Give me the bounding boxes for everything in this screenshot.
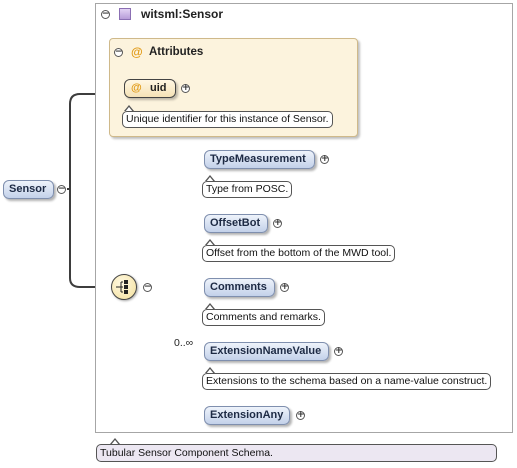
sequence-collapse-icon[interactable]: − [143,283,152,292]
root-element-label: Sensor [9,183,47,195]
element-extensionany[interactable]: ExtensionAny [204,406,290,425]
element-label: TypeMeasurement [210,153,306,165]
element-comments[interactable]: Comments [204,278,275,297]
element-offsetbot-documentation: Offset from the bottom of the MWD tool. [202,245,396,262]
element-label: ExtensionAny [210,409,284,421]
element-comments-expand-icon[interactable]: + [280,283,289,292]
root-element-sensor[interactable]: Sensor [3,180,54,199]
element-label: Comments [210,281,267,293]
attribute-uid[interactable]: @ uid [124,79,176,98]
element-extensionnamevalue-expand-icon[interactable]: + [334,347,343,356]
attributes-collapse-icon[interactable]: − [114,48,123,57]
element-typemeasurement-expand-icon[interactable]: + [320,155,329,164]
sequence-compositor-icon[interactable] [111,274,137,300]
attribute-uid-documentation: Unique identifier for this instance of S… [122,111,333,128]
element-extensionany-expand-icon[interactable]: + [296,411,305,420]
element-extensionnamevalue[interactable]: ExtensionNameValue [204,342,329,361]
at-sign-icon: @ [131,82,142,94]
element-label: OffsetBot [210,217,261,229]
attribute-uid-label: uid [150,82,167,94]
element-typemeasurement[interactable]: TypeMeasurement [204,150,315,169]
element-label: ExtensionNameValue [210,345,322,357]
element-offsetbot-expand-icon[interactable]: + [273,219,282,228]
type-name: witsml:Sensor [141,7,224,21]
attributes-title: Attributes [149,46,204,58]
cardinality-label: 0..∞ [174,337,194,349]
type-collapse-icon[interactable]: − [101,10,110,19]
element-comments-documentation: Comments and remarks. [202,309,325,326]
attribute-uid-expand-icon[interactable]: + [181,84,190,93]
element-offsetbot[interactable]: OffsetBot [204,214,268,233]
root-collapse-icon[interactable]: − [57,185,66,194]
sequence-glyph [116,280,128,294]
element-extensionnamevalue-documentation: Extensions to the schema based on a name… [202,373,492,390]
complex-type-icon [119,8,131,20]
element-typemeasurement-documentation: Type from POSC. [202,181,293,198]
root-documentation: Tubular Sensor Component Schema. [96,444,497,462]
at-sign-icon: @ [131,45,143,59]
